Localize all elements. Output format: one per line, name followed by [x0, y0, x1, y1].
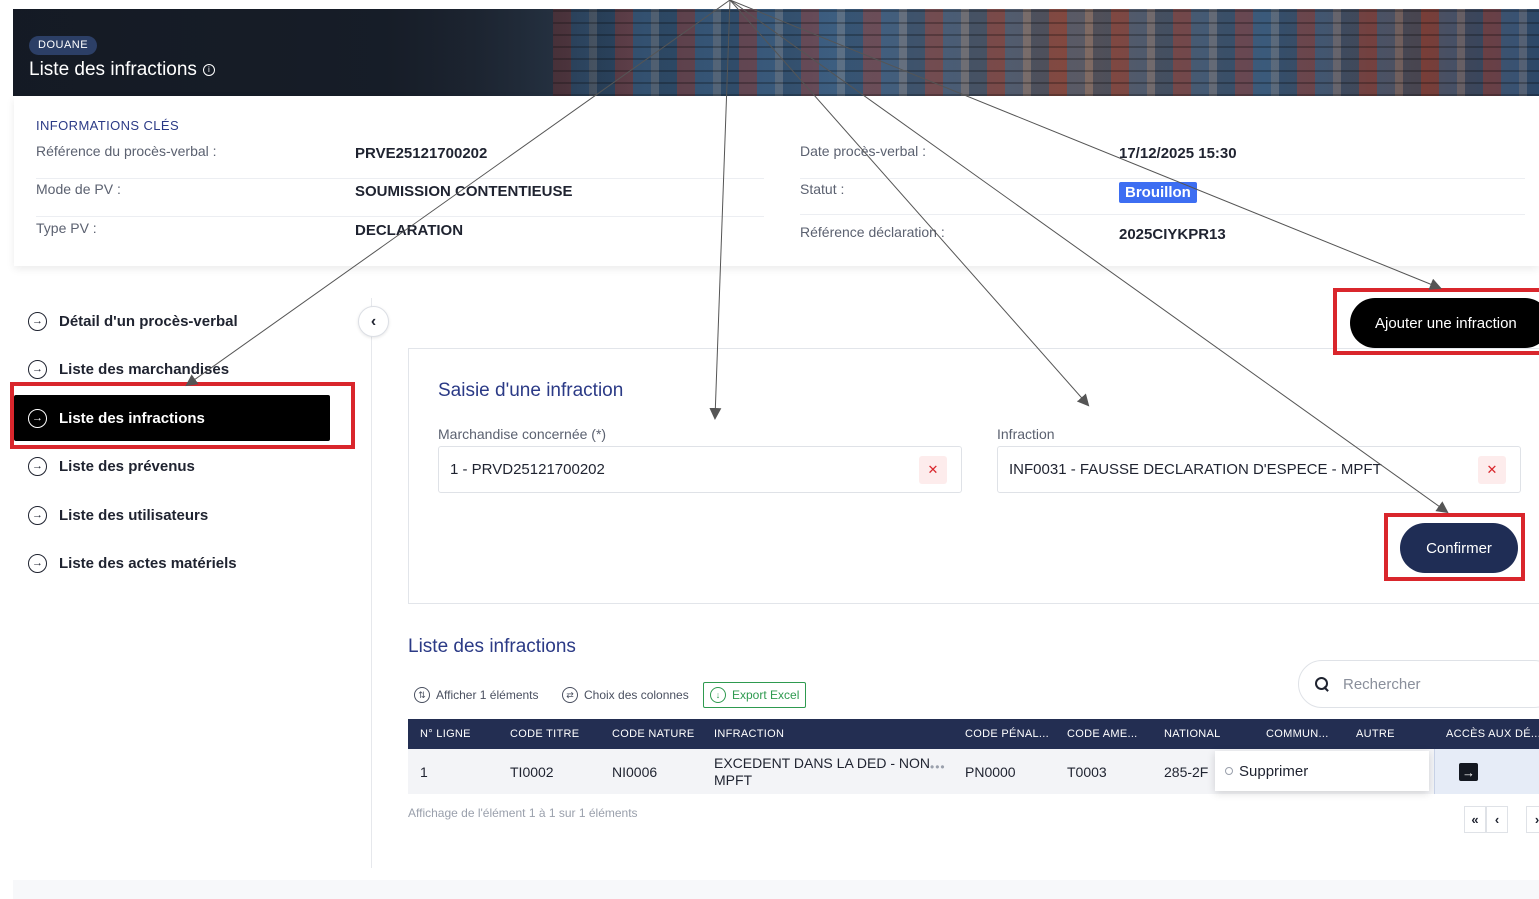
annotation-arrow — [729, 0, 1442, 290]
page: DOUANE Liste des infractions i INFORMATIO… — [0, 0, 1539, 899]
annotation-arrow — [729, 0, 1449, 514]
annotation-arrow — [729, 0, 1090, 407]
annotation-arrows — [185, 0, 1449, 514]
annotation-arrow — [709, 0, 731, 420]
annotation-arrow — [185, 0, 731, 387]
